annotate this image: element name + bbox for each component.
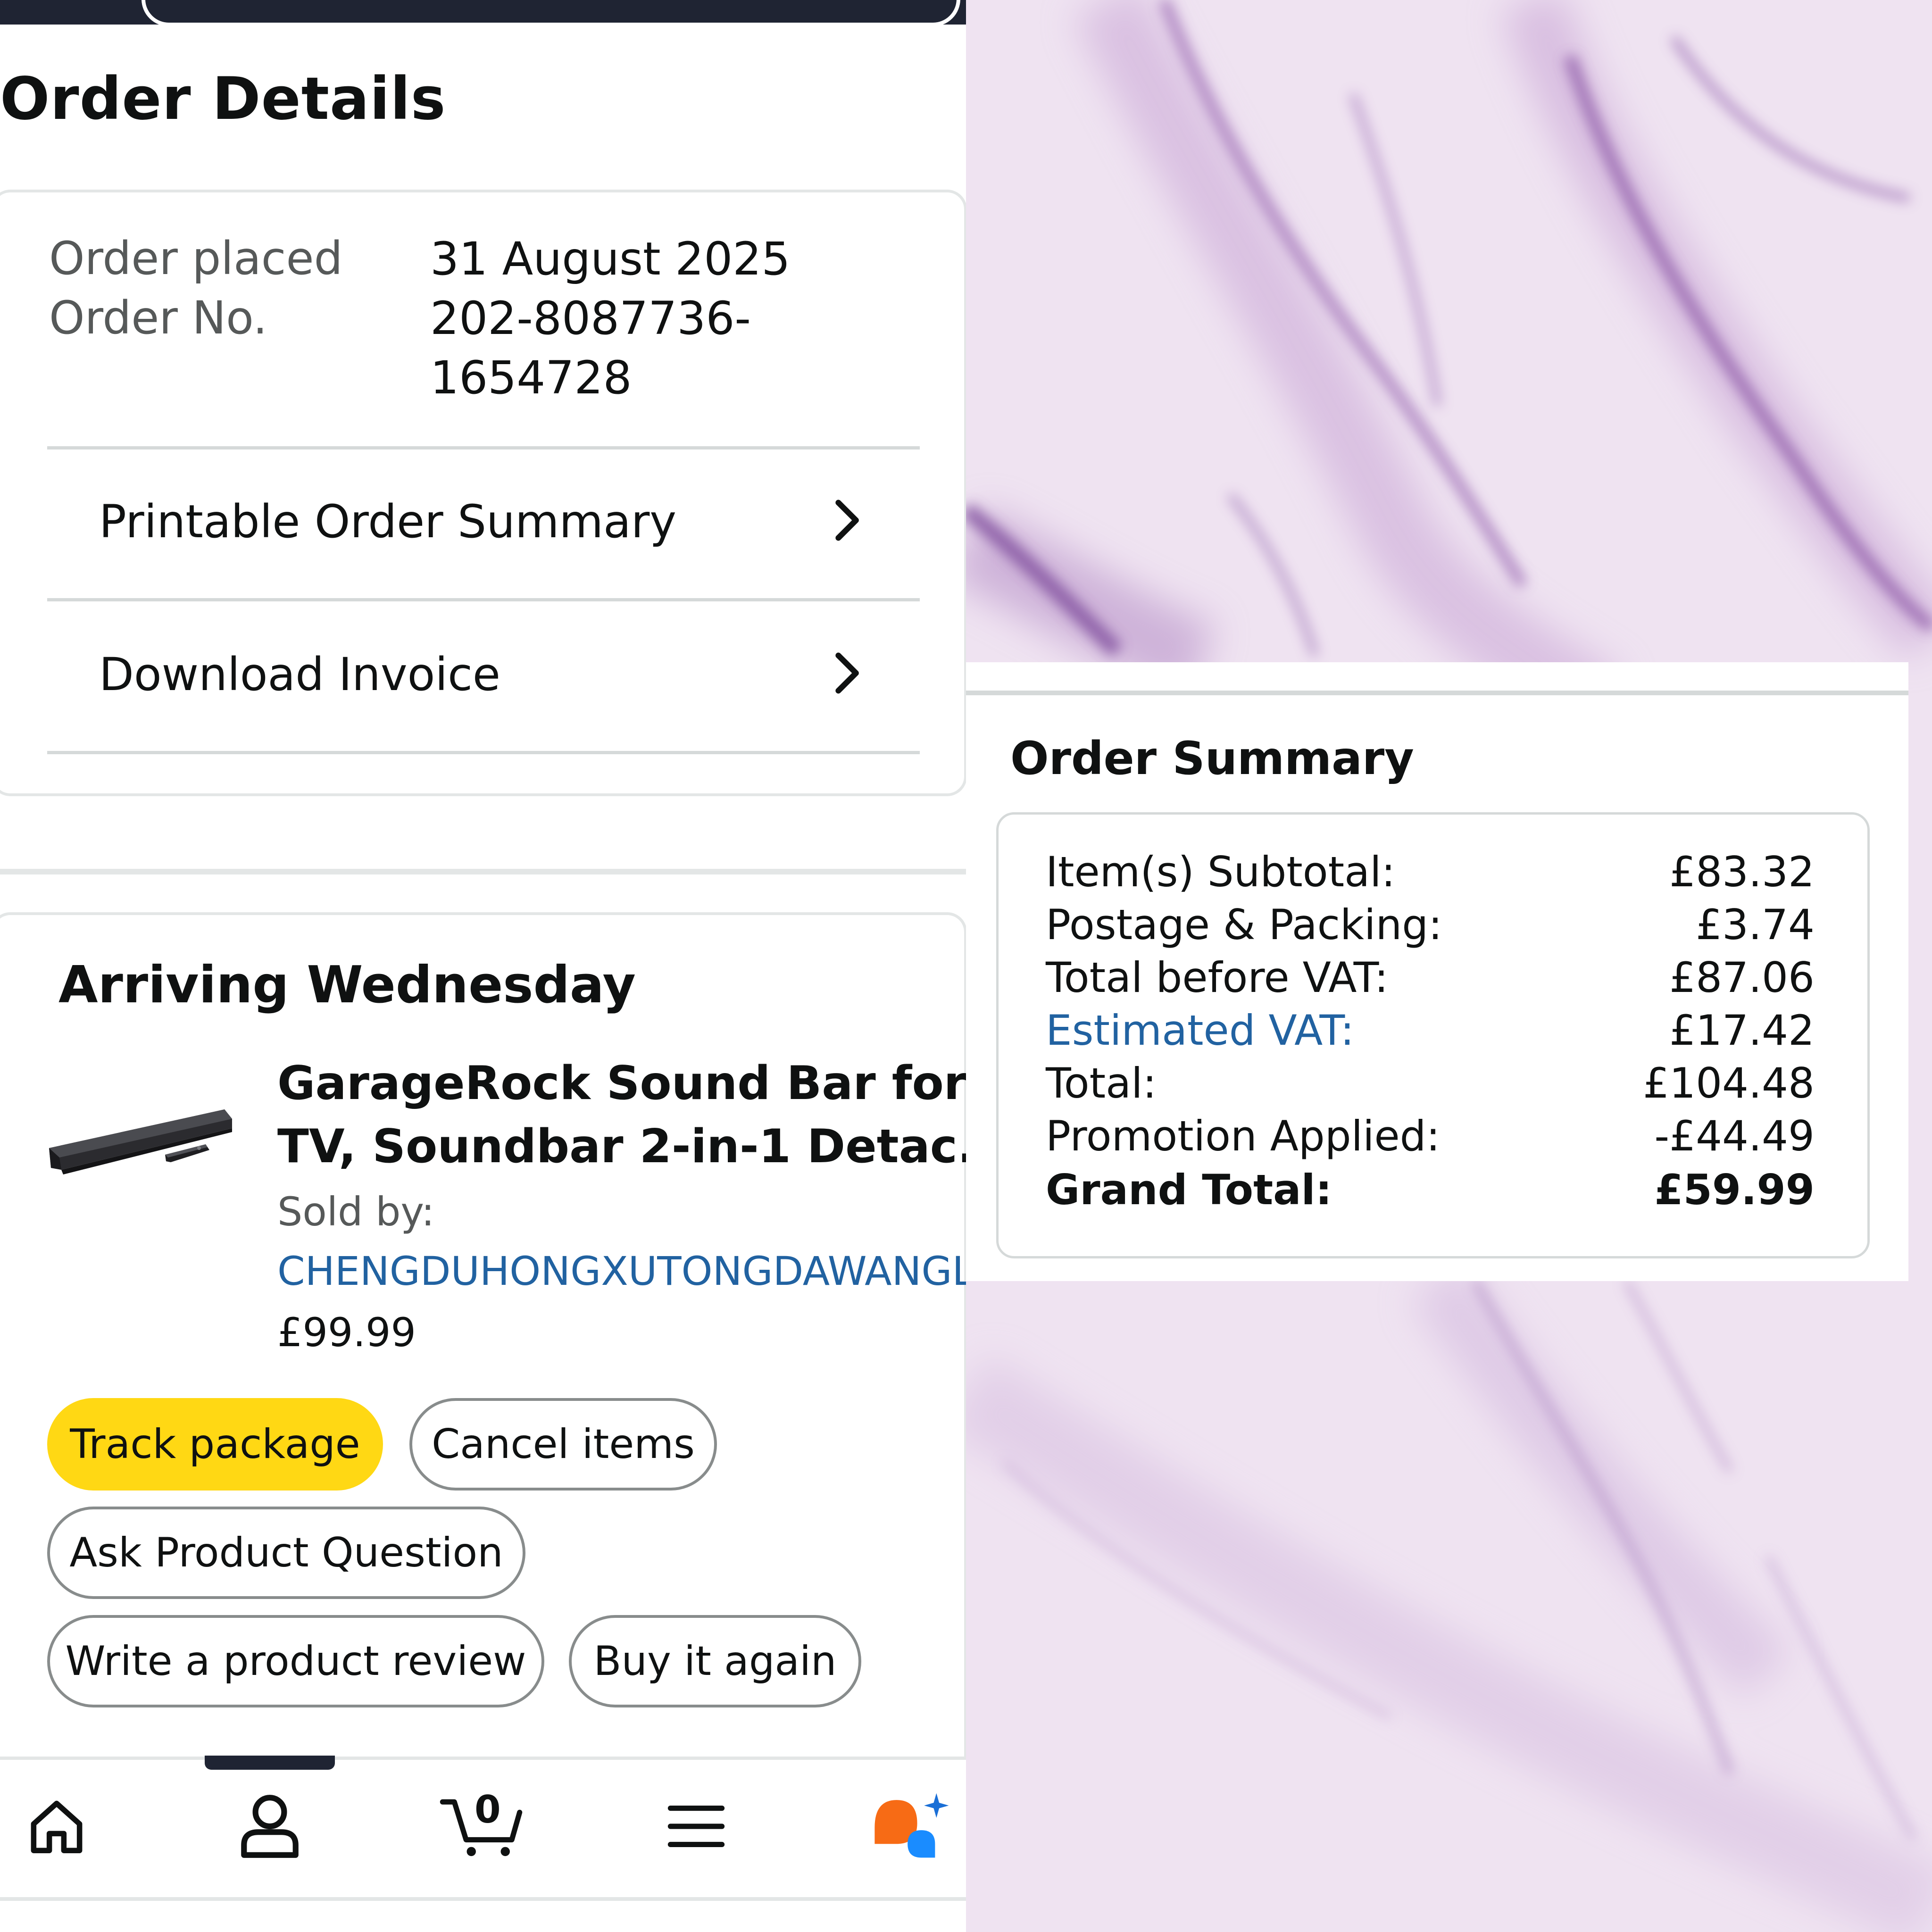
write-product-review-button[interactable]: Write a product review	[47, 1615, 544, 1707]
summary-value: £59.99	[1654, 1166, 1815, 1214]
summary-value: £17.42	[1669, 1006, 1815, 1055]
bottom-divider	[0, 1897, 966, 1901]
summary-label: Grand Total:	[1046, 1166, 1332, 1214]
buy-it-again-button[interactable]: Buy it again	[569, 1615, 861, 1707]
order-number-line-2: 1654728	[430, 351, 632, 404]
order-placed-label: Order placed	[49, 232, 343, 285]
order-summary-title: Order Summary	[1010, 732, 1414, 785]
summary-label: Postage & Packing:	[1046, 900, 1442, 949]
order-number-value: 202-8087736- 1654728	[430, 289, 751, 408]
delivery-status-heading: Arriving Wednesday	[58, 956, 636, 1015]
printable-order-summary-link[interactable]: Printable Order Summary	[47, 448, 920, 594]
download-invoice-link[interactable]: Download Invoice	[47, 601, 920, 747]
summary-row-subtotal: Item(s) Subtotal: £83.32	[1046, 848, 1815, 900]
top-search-bar	[0, 0, 966, 26]
divider	[47, 751, 920, 754]
download-invoice-label: Download Invoice	[99, 648, 500, 701]
chevron-right-icon	[835, 652, 859, 694]
search-field-edge[interactable]	[142, 0, 960, 26]
summary-row-postage: Postage & Packing: £3.74	[1046, 900, 1815, 953]
order-details-screen: Order Details Order placed Order No. 31 …	[0, 0, 966, 1932]
summary-label: Total before VAT:	[1046, 953, 1389, 1002]
menu-icon[interactable]	[667, 1800, 725, 1853]
cart-count-badge: 0	[475, 1788, 501, 1832]
summary-row-grand-total: Grand Total: £59.99	[1046, 1166, 1815, 1218]
summary-row-total: Total: £104.48	[1046, 1059, 1815, 1112]
product-title-line-1[interactable]: GarageRock Sound Bar for	[277, 1057, 966, 1110]
product-price: £99.99	[277, 1309, 416, 1356]
track-package-button[interactable]: Track package	[47, 1398, 383, 1491]
order-summary-panel: Order Summary Item(s) Subtotal: £83.32 P…	[966, 662, 1908, 1281]
ask-product-question-button[interactable]: Ask Product Question	[47, 1507, 525, 1599]
cancel-items-button[interactable]: Cancel items	[409, 1398, 717, 1491]
product-image-soundbar[interactable]	[47, 1099, 236, 1203]
summary-value: £3.74	[1696, 900, 1815, 949]
summary-value: £87.06	[1669, 953, 1815, 1002]
summary-row-promotion: Promotion Applied: -£44.49	[1046, 1112, 1815, 1165]
sold-by-label: Sold by:	[277, 1189, 435, 1235]
estimated-vat-link[interactable]: Estimated VAT:	[1046, 1006, 1354, 1055]
order-summary-box: Item(s) Subtotal: £83.32 Postage & Packi…	[996, 812, 1870, 1258]
order-number-line-1: 202-8087736-	[430, 292, 751, 345]
page-title: Order Details	[0, 65, 446, 133]
section-divider	[0, 869, 966, 874]
summary-top-divider	[966, 691, 1908, 695]
printable-order-summary-label: Printable Order Summary	[99, 495, 677, 548]
summary-row-total-before-vat: Total before VAT: £87.06	[1046, 953, 1815, 1006]
product-title-line-2[interactable]: TV, Soundbar 2-in-1 Detac...	[277, 1120, 966, 1174]
order-number-label: Order No.	[49, 291, 267, 344]
summary-value: £83.32	[1669, 848, 1815, 896]
account-icon[interactable]	[234, 1790, 306, 1862]
summary-value: £104.48	[1643, 1059, 1815, 1108]
seller-link[interactable]: CHENGDUHONGXUTONGDAWANGLUOKEJIYOUXIANGON…	[277, 1248, 966, 1294]
summary-label: Item(s) Subtotal:	[1046, 848, 1396, 896]
summary-row-estimated-vat: Estimated VAT: £17.42	[1046, 1006, 1815, 1059]
home-icon[interactable]	[26, 1796, 87, 1857]
summary-label: Total:	[1046, 1059, 1157, 1108]
chevron-right-icon	[835, 500, 859, 541]
summary-label: Promotion Applied:	[1046, 1112, 1441, 1160]
rufus-ai-icon[interactable]	[868, 1788, 953, 1863]
active-tab-indicator	[205, 1756, 335, 1770]
summary-value: -£44.49	[1654, 1112, 1815, 1160]
order-placed-value: 31 August 2025	[430, 233, 791, 285]
